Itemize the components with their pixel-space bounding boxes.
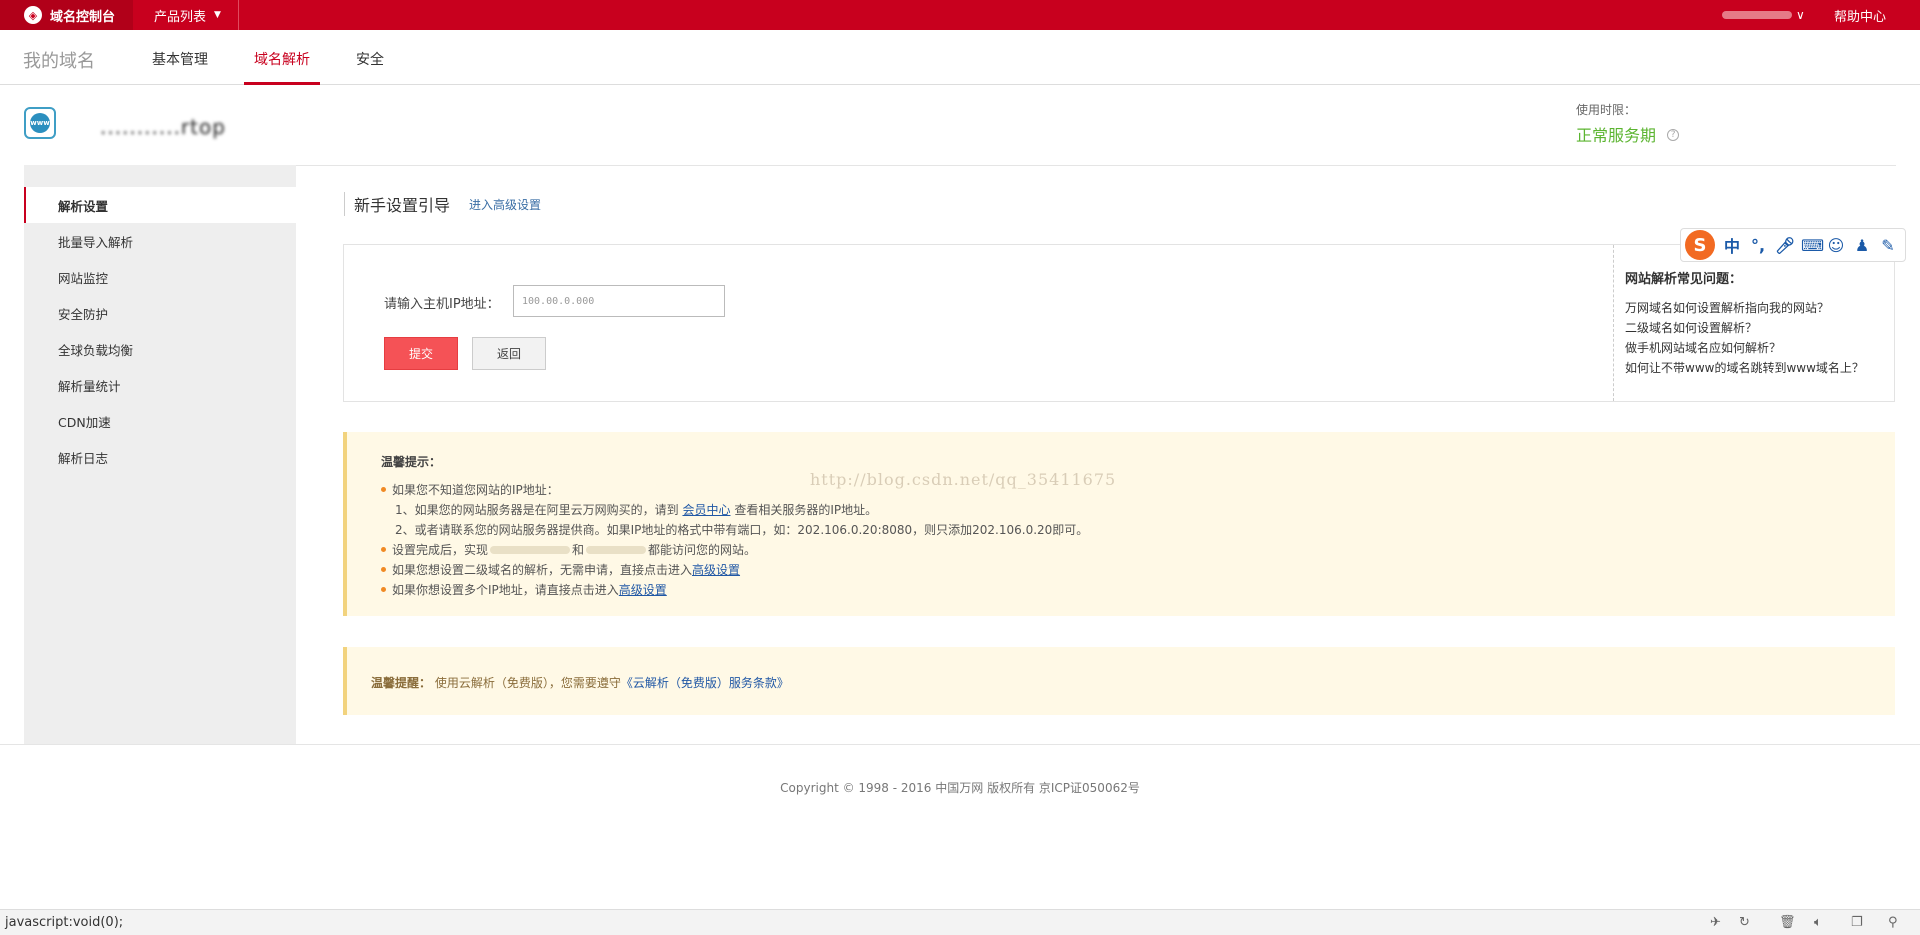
tab-domain-resolution[interactable]: 域名解析 [254,49,310,69]
notice-body: 使用云解析（免费版），您需要遵守 [434,676,621,690]
advanced-settings-link[interactable]: 进入高级设置 [469,196,541,213]
console-brand[interactable]: ◈ 域名控制台 [0,0,133,30]
service-status-text: 正常服务期 [1576,126,1657,145]
product-list-menu[interactable]: 产品列表 ▼ [134,0,239,30]
status-url: javascript:void(0); [5,915,124,930]
tip-line: 设置完成后，实现 和 都能访问您的网站。 [381,541,756,558]
user-menu[interactable]: ∨ [1722,0,1805,30]
faq-link[interactable]: 如何让不带www的域名跳转到www域名上？ [1625,359,1864,376]
faq-link[interactable]: 万网域名如何设置解析指向我的网站？ [1625,299,1829,316]
sidebar-item-resolution-log[interactable]: 解析日志 [24,439,296,475]
faq-link[interactable]: 做手机网站域名应如何解析？ [1625,339,1781,356]
tip-text: 1、如果您的网站服务器是在阿里云万网购买的，请到 [395,503,679,517]
terms-link[interactable]: 《云解析（免费版）服务条款》 [621,676,789,690]
tips-title: 温馨提示： [381,455,442,469]
ime-mode-label[interactable]: 中 [1723,233,1741,257]
settings-wrench-icon[interactable]: ✎ [1879,236,1897,255]
speaker-icon[interactable]: 🔈︎ [1814,915,1822,930]
microphone-icon[interactable]: 🎤︎ [1775,236,1795,255]
tip-text: 如果您不知道您网站的IP地址： [392,483,559,497]
notice-text: 温馨提醒： 使用云解析（免费版），您需要遵守《云解析（免费版）服务条款》 [371,674,789,691]
browser-status-bar: javascript:void(0); ✈ ↻ 🗑︎ 🔈︎ ❐ ⚲ [0,909,1920,935]
my-domain-title[interactable]: 我的域名 [23,47,95,73]
refresh-icon[interactable]: ↻ [1739,915,1750,930]
advanced-settings-link[interactable]: 高级设置 [619,583,667,597]
tip-line: 如果你想设置多个IP地址，请直接点击进入高级设置 [381,581,667,598]
top-bar: ◈ 域名控制台 产品列表 ▼ ∨ 帮助中心 [0,0,1920,30]
tip-text: 设置完成后，实现 [392,543,489,557]
notice-label: 温馨提醒： [371,676,432,690]
faq-panel: 网站解析常见问题： 万网域名如何设置解析指向我的网站？ 二级域名如何设置解析？ … [1613,245,1893,401]
bullet-icon [381,567,386,572]
help-center-link[interactable]: 帮助中心 [1834,0,1886,30]
username-redacted [1722,11,1792,19]
sidebar-item-batch-import[interactable]: 批量导入解析 [24,223,296,259]
faq-link[interactable]: 二级域名如何设置解析？ [1625,319,1757,336]
header-divider [24,165,1896,166]
chevron-down-icon: ∨ [1796,8,1805,22]
search-icon[interactable]: ⚲ [1888,915,1898,930]
trash-icon[interactable]: 🗑︎ [1779,915,1796,930]
tips-box: 温馨提示： 如果您不知道您网站的IP地址： 1、如果您的网站服务器是在阿里云万网… [343,432,1895,616]
tab-basic-management[interactable]: 基本管理 [152,49,208,69]
active-tab-indicator [244,82,320,85]
domain-subnav: 我的域名 基本管理 域名解析 安全 [0,30,1920,85]
service-status: 正常服务期 ? [1576,122,1680,146]
product-list-label: 产品列表 [154,9,207,25]
sidebar-item-site-monitoring[interactable]: 网站监控 [24,259,296,295]
copyright: Copyright © 1998 - 2016 中国万网 版权所有 京ICP证0… [780,781,1140,795]
sidebar: 解析设置 批量导入解析 网站监控 安全防护 全球负载均衡 解析量统计 CDN加速… [24,165,296,745]
sidebar-item-cdn[interactable]: CDN加速 [24,403,296,439]
sidebar-item-security-protection[interactable]: 安全防护 [24,295,296,331]
advanced-settings-link[interactable]: 高级设置 [692,563,740,577]
notice-box: 温馨提醒： 使用云解析（免费版），您需要遵守《云解析（免费版）服务条款》 [343,647,1895,715]
csdn-watermark: http://blog.csdn.net/qq_35411675 [810,470,1117,489]
skin-shirt-icon[interactable]: ♟ [1853,236,1871,255]
sidebar-item-resolution-settings[interactable]: 解析设置 [24,187,296,223]
brand-label: 域名控制台 [50,9,116,25]
sidebar-item-resolution-stats[interactable]: 解析量统计 [24,367,296,403]
tip-text: 都能访问您的网站。 [648,543,757,557]
sidebar-item-global-load-balancing[interactable]: 全球负载均衡 [24,331,296,367]
user-icon[interactable]: ☺ [1827,236,1845,255]
service-period-label: 使用时限： [1576,103,1637,117]
setup-guide-title: 新手设置引导 [344,192,450,216]
help-question-icon[interactable]: ? [1667,129,1680,141]
tip-text: 如果你想设置多个IP地址，请直接点击进入 [392,583,619,597]
tab-security[interactable]: 安全 [356,49,384,69]
wanwang-logo-icon: ◈ [24,6,42,24]
window-icon[interactable]: ❐ [1851,915,1863,930]
www-globe-icon: www [24,107,56,139]
bullet-icon [381,487,386,492]
host-ip-label: 请输入主机IP地址： [384,297,500,312]
domain-name: ...........rtop [100,115,226,139]
chevron-down-icon: ▼ [214,10,221,20]
faq-title: 网站解析常见问题： [1625,272,1743,287]
keyboard-icon[interactable]: ⌨ [1801,236,1824,255]
bullet-icon [381,587,386,592]
tip-line: 1、如果您的网站服务器是在阿里云万网购买的，请到 会员中心 查看相关服务器的IP… [395,501,877,518]
tip-text: 如果您想设置二级域名的解析，无需申请，直接点击进入 [392,563,693,577]
bullet-icon [381,547,386,552]
member-center-link[interactable]: 会员中心 [682,503,730,517]
host-ip-input[interactable] [513,285,725,317]
submit-button[interactable]: 提交 [384,337,458,370]
punctuation-icon[interactable]: °, [1749,236,1767,255]
tip-line: 如果您不知道您网站的IP地址： [381,481,559,498]
tip-text: 和 [572,543,585,557]
back-button[interactable]: 返回 [472,337,546,370]
sogou-logo-icon[interactable]: S [1685,230,1715,260]
tip-line: 2、或者请联系您的网站服务器提供商。如果IP地址的格式中带有端口，如：202.1… [395,523,1089,537]
footer-divider [0,744,1920,745]
pin-icon[interactable]: ✈ [1710,915,1721,930]
redacted-domain [490,546,571,554]
tip-text: 查看相关服务器的IP地址。 [734,503,878,517]
redacted-domain [586,546,647,554]
tip-line: 如果您想设置二级域名的解析，无需申请，直接点击进入高级设置 [381,561,740,578]
ime-toolbar[interactable]: S 中 °, 🎤︎ ⌨ ☺ ♟ ✎ [1680,228,1906,262]
